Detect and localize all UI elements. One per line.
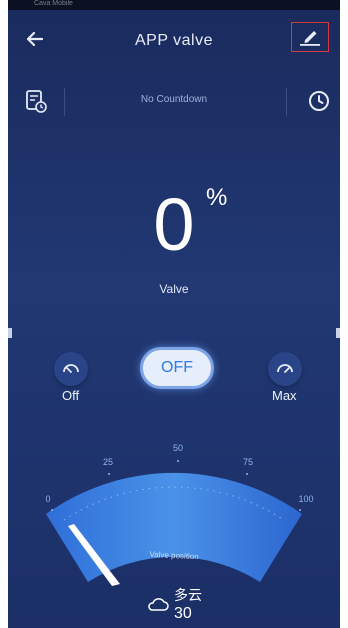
schedule-list-icon (26, 90, 47, 113)
weather-widget: 多云 30 (146, 585, 226, 625)
gauge-high-icon (277, 364, 293, 373)
divider (64, 88, 65, 116)
top-bar: APP valve (8, 22, 340, 62)
right-edge-marker (336, 328, 340, 338)
gauge-low-icon (63, 364, 79, 373)
max-position-button[interactable] (268, 352, 302, 386)
edit-button[interactable] (291, 22, 329, 52)
percent-unit: % (206, 184, 228, 211)
schedule-button[interactable] (24, 88, 48, 114)
off-position-label: Off (62, 388, 80, 403)
tick-dot (299, 509, 301, 511)
countdown-row: No Countdown (8, 84, 340, 120)
weather-condition: 多云 (174, 587, 202, 603)
gauge-tick-75: 75 (243, 457, 253, 467)
valve-label: Valve (159, 282, 189, 296)
pencil-icon (300, 31, 320, 46)
off-position-button[interactable] (54, 352, 88, 386)
tick-dot (177, 460, 179, 462)
gauge-tick-0: 0 (45, 494, 50, 504)
countdown-status: No Countdown (140, 94, 208, 105)
gauge-tick-100: 100 (298, 494, 313, 504)
app-screen: Cava Mobile APP valve No Countdown 0 % V… (8, 0, 340, 628)
weather-temperature: 30 (174, 605, 192, 622)
valve-percent-value: 0 (153, 183, 195, 266)
left-edge-marker (8, 328, 12, 338)
gauge-arc (46, 472, 302, 582)
status-bar: Cava Mobile (8, 0, 340, 10)
tick-dot (51, 509, 53, 511)
clock-icon (309, 91, 329, 111)
tick-dot (108, 473, 110, 475)
cloud-icon (148, 598, 169, 611)
divider (286, 88, 287, 116)
tick-dot (246, 473, 248, 475)
gauge-label: Valve position (149, 550, 199, 562)
countdown-timer-button[interactable] (306, 88, 332, 114)
valve-position-gauge[interactable]: Valve position 0 25 50 75 100 (8, 430, 340, 600)
carrier-label: Cava Mobile (34, 0, 73, 7)
power-toggle-button[interactable]: OFF (140, 347, 214, 389)
gauge-tick-50: 50 (173, 443, 183, 453)
gauge-tick-25: 25 (103, 457, 113, 467)
max-position-label: Max (272, 388, 297, 403)
